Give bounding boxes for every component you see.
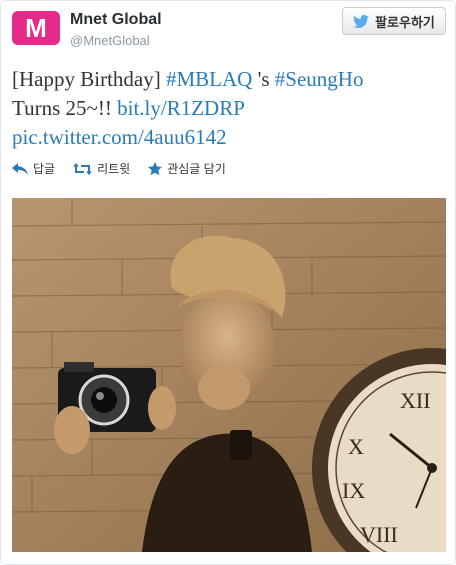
account-handle[interactable]: @MnetGlobal	[70, 33, 150, 48]
retweet-icon	[73, 162, 93, 175]
tweet-text: [Happy Birthday] #MBLAQ 's #SeungHo Turn…	[12, 65, 442, 152]
url-link[interactable]: bit.ly/R1ZDRP	[117, 96, 245, 120]
tweet-photo[interactable]: XII X IX VIII	[12, 198, 446, 552]
retweet-action[interactable]: 리트윗	[73, 160, 130, 177]
svg-text:M: M	[25, 16, 47, 40]
hashtag-link[interactable]: #SeungHo	[275, 67, 364, 91]
retweet-label: 리트윗	[97, 162, 131, 176]
tweet-actions: 답글 리트윗 관심글 담기	[12, 160, 226, 177]
twitter-bird-icon	[353, 14, 370, 28]
reply-label: 답글	[33, 162, 56, 176]
svg-text:X: X	[348, 434, 364, 459]
tweet-text-segment: Turns 25~!!	[12, 96, 118, 120]
avatar[interactable]: M	[12, 11, 60, 45]
star-icon	[148, 161, 163, 175]
follow-button-label: 팔로우하기	[375, 14, 435, 30]
hashtag-link[interactable]: #MBLAQ	[166, 67, 252, 91]
follow-button[interactable]: 팔로우하기	[342, 7, 446, 35]
favorite-action[interactable]: 관심글 담기	[148, 160, 226, 177]
tweet-text-segment: 's	[252, 67, 275, 91]
svg-text:IX: IX	[342, 478, 365, 503]
favorite-label: 관심글 담기	[167, 162, 226, 176]
mnet-logo-icon: M	[25, 16, 47, 40]
svg-text:XII: XII	[400, 388, 431, 413]
account-name[interactable]: Mnet Global	[70, 11, 162, 29]
svg-text:VIII: VIII	[360, 522, 398, 547]
reply-action[interactable]: 답글	[12, 160, 55, 177]
tweet-card: M Mnet Global @MnetGlobal 팔로우하기 [Happy B…	[0, 0, 456, 565]
tweet-text-segment: [Happy Birthday]	[12, 67, 166, 91]
pic-link[interactable]: pic.twitter.com/4auu6142	[12, 125, 227, 149]
reply-icon	[12, 162, 28, 175]
sepia-portrait-image: XII X IX VIII	[12, 198, 446, 552]
